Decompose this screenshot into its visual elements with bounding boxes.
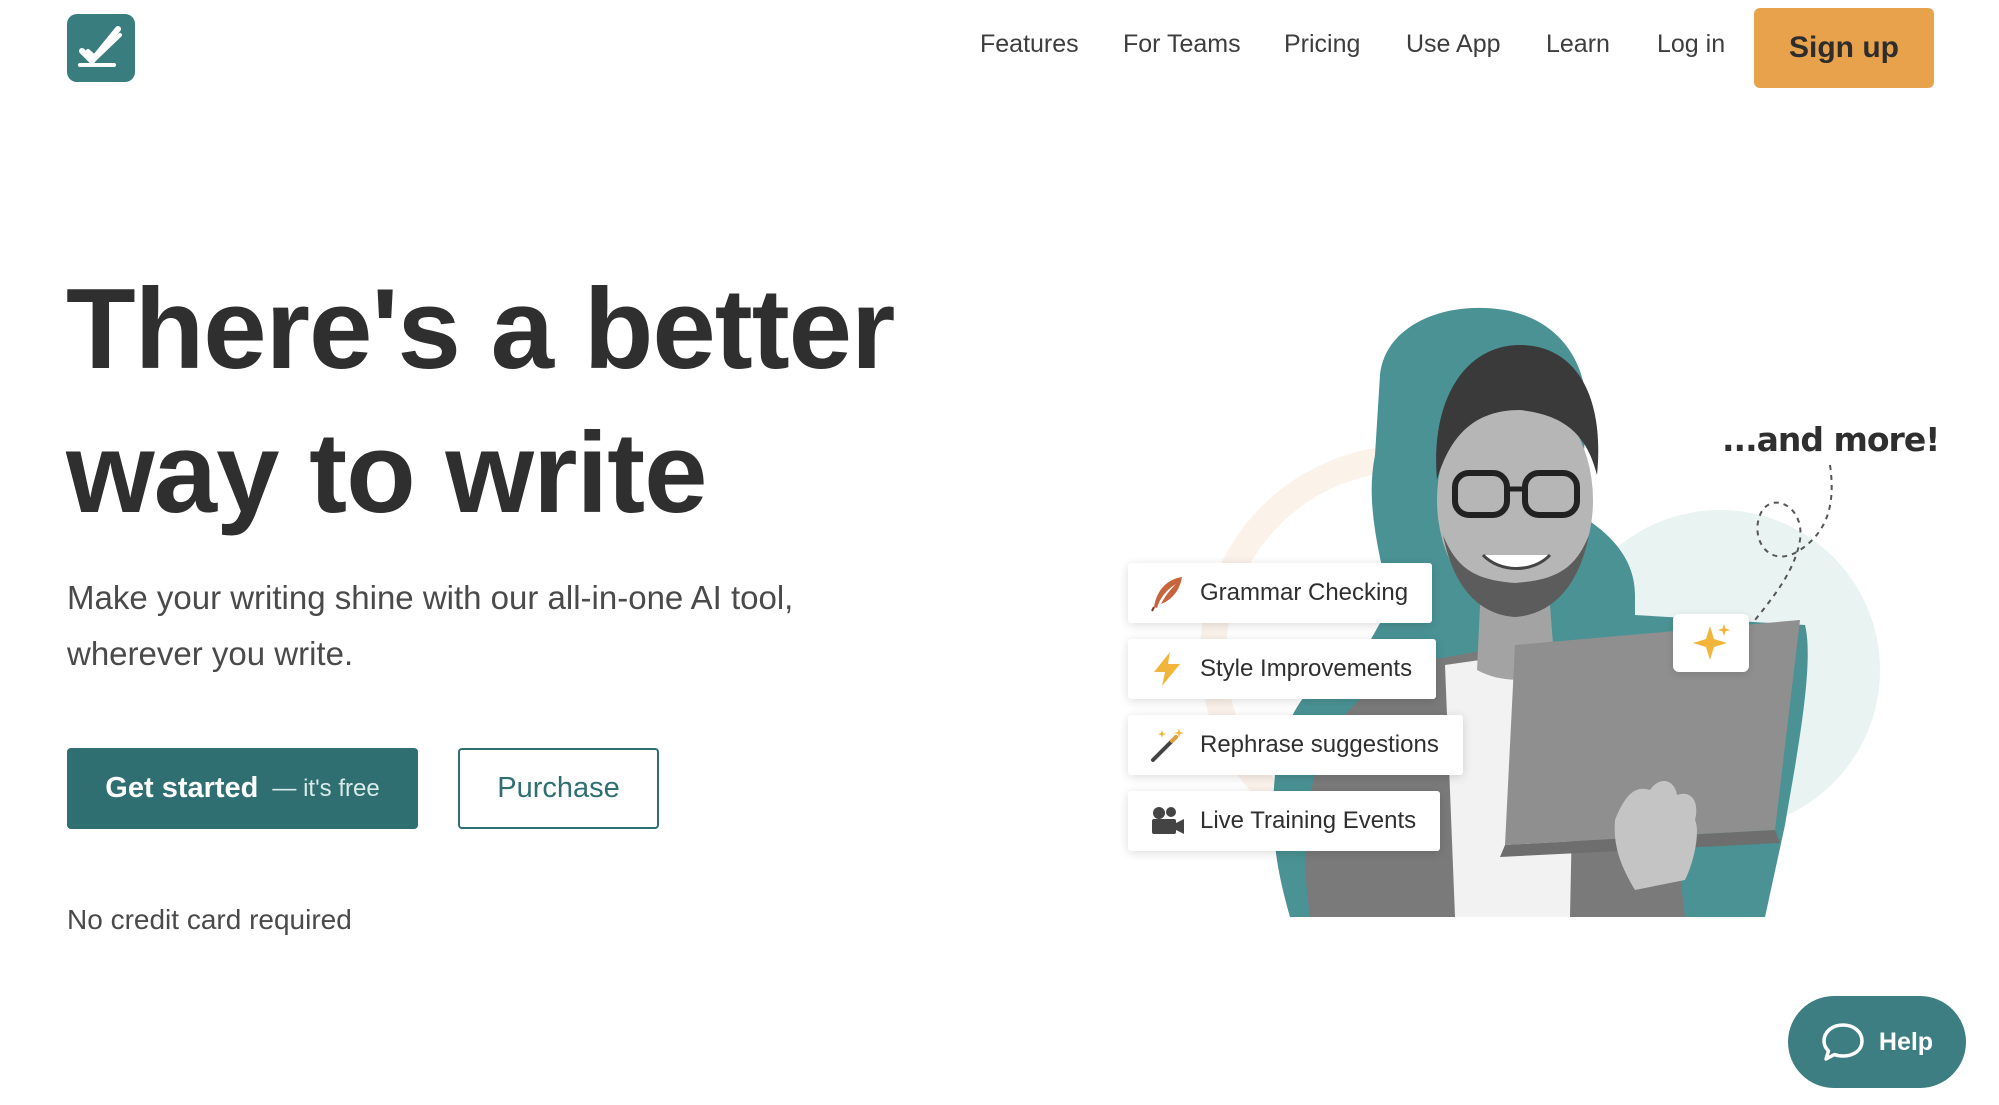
hero-subtitle: Make your writing shine with our all-in-…: [67, 579, 794, 672]
and-more-annotation: ...and more!: [1722, 420, 1940, 459]
headline-line-1: There's a better: [66, 266, 895, 393]
lightning-icon: [1148, 650, 1186, 688]
help-label: Help: [1878, 1027, 1934, 1056]
page-title: There's a better way to write: [66, 258, 966, 546]
feature-card-grammar: Grammar Checking: [1128, 563, 1433, 623]
headline-line-2: way to write: [66, 410, 707, 537]
signup-button[interactable]: Sign up: [1754, 8, 1934, 88]
no-credit-card-note: No credit card required: [67, 904, 352, 935]
purchase-button[interactable]: Purchase: [458, 748, 659, 829]
get-started-label: Get started: [105, 772, 259, 804]
sparkle-icon: [1693, 624, 1730, 660]
landing-page: Features For Teams Pricing Use App Learn…: [0, 0, 1999, 1105]
checkmark-pen-icon: [78, 26, 122, 67]
feature-card-rephrase: Rephrase suggestions: [1128, 715, 1463, 775]
feature-label-grammar: Grammar Checking: [1200, 579, 1409, 606]
logo[interactable]: [67, 14, 135, 82]
ai-sparkle-card: [1673, 614, 1749, 672]
nav-use-app[interactable]: Use App: [1406, 30, 1501, 59]
video-camera-icon: [1148, 802, 1186, 840]
feature-card-training: Live Training Events: [1128, 791, 1441, 851]
nav-for-teams[interactable]: For Teams: [1123, 30, 1241, 59]
feature-label-rephrase: Rephrase suggestions: [1200, 731, 1439, 758]
nav-pricing[interactable]: Pricing: [1284, 30, 1360, 59]
feature-label-style: Style Improvements: [1200, 655, 1413, 682]
dashed-loop-decoration: [1754, 464, 1833, 621]
nav-log-in[interactable]: Log in: [1657, 30, 1725, 59]
nav-features[interactable]: Features: [980, 30, 1079, 59]
get-started-sublabel: — it's free: [272, 774, 380, 802]
nav-learn[interactable]: Learn: [1546, 30, 1610, 59]
help-button[interactable]: Help: [1788, 996, 1966, 1088]
get-started-button[interactable]: Get started — it's free: [67, 748, 418, 829]
feature-card-style: Style Improvements: [1128, 639, 1437, 699]
magic-wand-icon: [1148, 726, 1186, 764]
feature-label-training: Live Training Events: [1200, 807, 1417, 834]
quill-icon: [1148, 574, 1186, 612]
chat-bubble-icon: [1822, 1023, 1864, 1061]
